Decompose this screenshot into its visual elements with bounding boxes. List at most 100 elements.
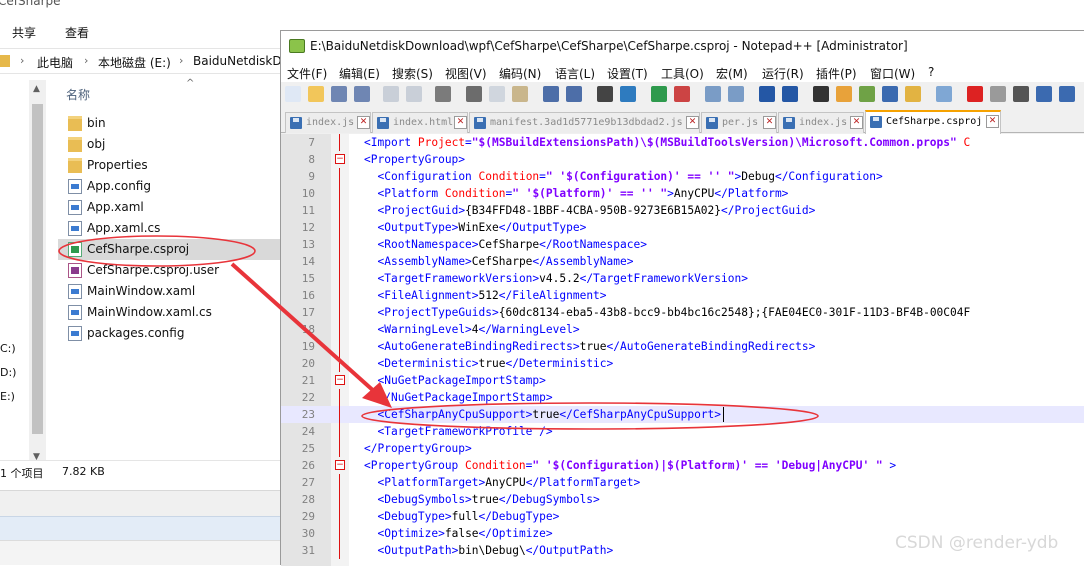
breadcrumb-drive[interactable]: 本地磁盘 (E:) [98,54,171,71]
breadcrumb-folder[interactable]: BaiduNetdiskD [193,54,282,68]
list-item[interactable]: Properties [58,155,282,176]
run-macro-multi-icon[interactable] [1036,86,1052,102]
code-line[interactable]: 18 <WarningLevel>4</WarningLevel> [281,321,1084,338]
stop-record-icon[interactable] [990,86,1006,102]
tab-index-js[interactable]: index.js ✕ [285,112,371,133]
open-file-icon[interactable] [308,86,324,102]
save-icon[interactable] [331,86,347,102]
close-icon[interactable] [383,86,399,102]
tab-manifest-js[interactable]: manifest.3ad1d5771e9b13dbdad2.js ✕ [469,112,700,133]
menu-edit[interactable]: 编辑(E) [339,65,380,82]
undo-icon[interactable] [543,86,559,102]
doc-map-icon[interactable] [859,86,875,102]
navigation-scrollbar[interactable]: ▲ ▼ [29,80,46,466]
nav-drive-d[interactable]: D:) [0,366,16,379]
paste-icon[interactable] [512,86,528,102]
close-icon[interactable]: ✕ [763,116,776,129]
menu-plugins[interactable]: 插件(P) [816,65,857,82]
zoom-in-icon[interactable] [651,86,667,102]
close-all-icon[interactable] [406,86,422,102]
menu-window[interactable]: 窗口(W) [870,65,915,82]
ribbon-tab-view[interactable]: 查看 [65,24,89,41]
menu-settings[interactable]: 设置(T) [607,65,648,82]
code-line[interactable]: 16 <FileAlignment>512</FileAlignment> [281,287,1084,304]
fold-collapse-icon[interactable]: − [335,154,345,164]
code-line[interactable]: 14 <AssemblyName>CefSharpe</AssemblyName> [281,253,1084,270]
code-line[interactable]: 11 <ProjectGuid>{B34FFD48-1BBF-4CBA-950B-… [281,202,1084,219]
save-macro-icon[interactable] [1059,86,1075,102]
list-item[interactable]: obj [58,134,282,155]
code-line[interactable]: 17 <ProjectTypeGuids>{60dc8134-eba5-43b8-… [281,304,1084,321]
new-file-icon[interactable] [285,86,301,102]
print-icon[interactable] [435,86,451,102]
find-icon[interactable] [597,86,613,102]
all-chars-icon[interactable] [782,86,798,102]
list-item[interactable]: bin [58,113,282,134]
code-line[interactable]: 26 − <PropertyGroup Condition=" '$(Configu… [281,457,1084,474]
menu-run[interactable]: 运行(R) [762,65,804,82]
close-icon[interactable]: ✕ [986,115,999,128]
menu-help[interactable]: ? [928,65,934,79]
list-item[interactable]: App.xaml.cs [58,218,282,239]
fold-collapse-icon[interactable]: − [335,460,345,470]
code-line[interactable]: 15 <TargetFrameworkVersion>v4.5.2</Target… [281,270,1084,287]
menu-macro[interactable]: 宏(M) [716,65,748,82]
breadcrumb-this-pc[interactable]: 此电脑 [37,54,73,71]
menu-encoding[interactable]: 编码(N) [499,65,541,82]
window-titlebar[interactable]: E:\BaiduNetdiskDownload\wpf\CefSharpe\Ce… [281,31,1084,62]
code-line[interactable]: 12 <OutputType>WinExe</OutputType> [281,219,1084,236]
close-icon[interactable]: ✕ [686,116,699,129]
code-line[interactable]: 8 − <PropertyGroup> [281,151,1084,168]
monitor-icon[interactable] [936,86,952,102]
code-line[interactable]: 27 <PlatformTarget>AnyCPU</PlatformTarget… [281,474,1084,491]
column-header-name[interactable]: 名称 [66,86,90,103]
copy-icon[interactable] [489,86,505,102]
replace-icon[interactable] [620,86,636,102]
menu-language[interactable]: 语言(L) [555,65,595,82]
folder-workspace-icon[interactable] [905,86,921,102]
code-line[interactable]: 7 <Import Project="$(MSBuildExtensionsPat… [281,134,1084,151]
indent-guide-icon[interactable] [813,86,829,102]
record-macro-icon[interactable] [967,86,983,102]
list-item[interactable]: MainWindow.xaml.cs [58,302,282,323]
code-line[interactable]: 29 <DebugType>full</DebugType> [281,508,1084,525]
list-item[interactable]: App.config [58,176,282,197]
redo-icon[interactable] [566,86,582,102]
close-icon[interactable]: ✕ [454,116,467,129]
tab-index-html[interactable]: index.html ✕ [372,112,468,133]
list-item[interactable]: App.xaml [58,197,282,218]
cut-icon[interactable] [466,86,482,102]
menu-view[interactable]: 视图(V) [445,65,487,82]
code-line[interactable]: 9 <Configuration Condition=" '$(Configura… [281,168,1084,185]
func-list-icon[interactable] [882,86,898,102]
code-editor[interactable]: 7 <Import Project="$(MSBuildExtensionsPat… [281,134,1084,566]
tab-index-js-2[interactable]: index.js ✕ [778,112,864,133]
list-item[interactable]: CefSharpe.csproj.user [58,260,282,281]
scrollbar-thumb[interactable] [32,104,43,434]
save-all-icon[interactable] [354,86,370,102]
code-line[interactable]: 23 <CefSharpAnyCpuSupport>true</CefSharpA… [281,406,1084,423]
sync-v-icon[interactable] [705,86,721,102]
code-line[interactable]: 19 <AutoGenerateBindingRedirects>true</Au… [281,338,1084,355]
list-item[interactable]: packages.config [58,323,282,344]
code-line[interactable]: 22 </NuGetPackageImportStamp> [281,389,1084,406]
ribbon-tab-share[interactable]: 共享 [12,24,36,41]
list-item[interactable]: MainWindow.xaml [58,281,282,302]
fold-collapse-icon[interactable]: − [335,375,345,385]
address-bar[interactable]: › 此电脑 › 本地磁盘 (E:) › BaiduNetdiskD [0,48,282,74]
code-line[interactable]: 10 <Platform Condition=" '$(Platform)' ==… [281,185,1084,202]
close-icon[interactable]: ✕ [357,116,370,129]
scroll-up-icon[interactable]: ▲ [33,84,40,94]
nav-drive-c[interactable]: C:) [0,342,16,355]
code-line[interactable]: 21 − <NuGetPackageImportStamp> [281,372,1084,389]
menu-tools[interactable]: 工具(O) [661,65,704,82]
word-wrap-icon[interactable] [759,86,775,102]
code-line[interactable]: 24 <TargetFrameworkProfile /> [281,423,1084,440]
close-icon[interactable]: ✕ [850,116,863,129]
sync-h-icon[interactable] [728,86,744,102]
menu-search[interactable]: 搜索(S) [392,65,433,82]
code-line[interactable]: 13 <RootNamespace>CefSharpe</RootNamespac… [281,236,1084,253]
code-line[interactable]: 28 <DebugSymbols>true</DebugSymbols> [281,491,1084,508]
code-line[interactable]: 25 </PropertyGroup> [281,440,1084,457]
tab-per-js[interactable]: per.js ✕ [701,112,777,133]
